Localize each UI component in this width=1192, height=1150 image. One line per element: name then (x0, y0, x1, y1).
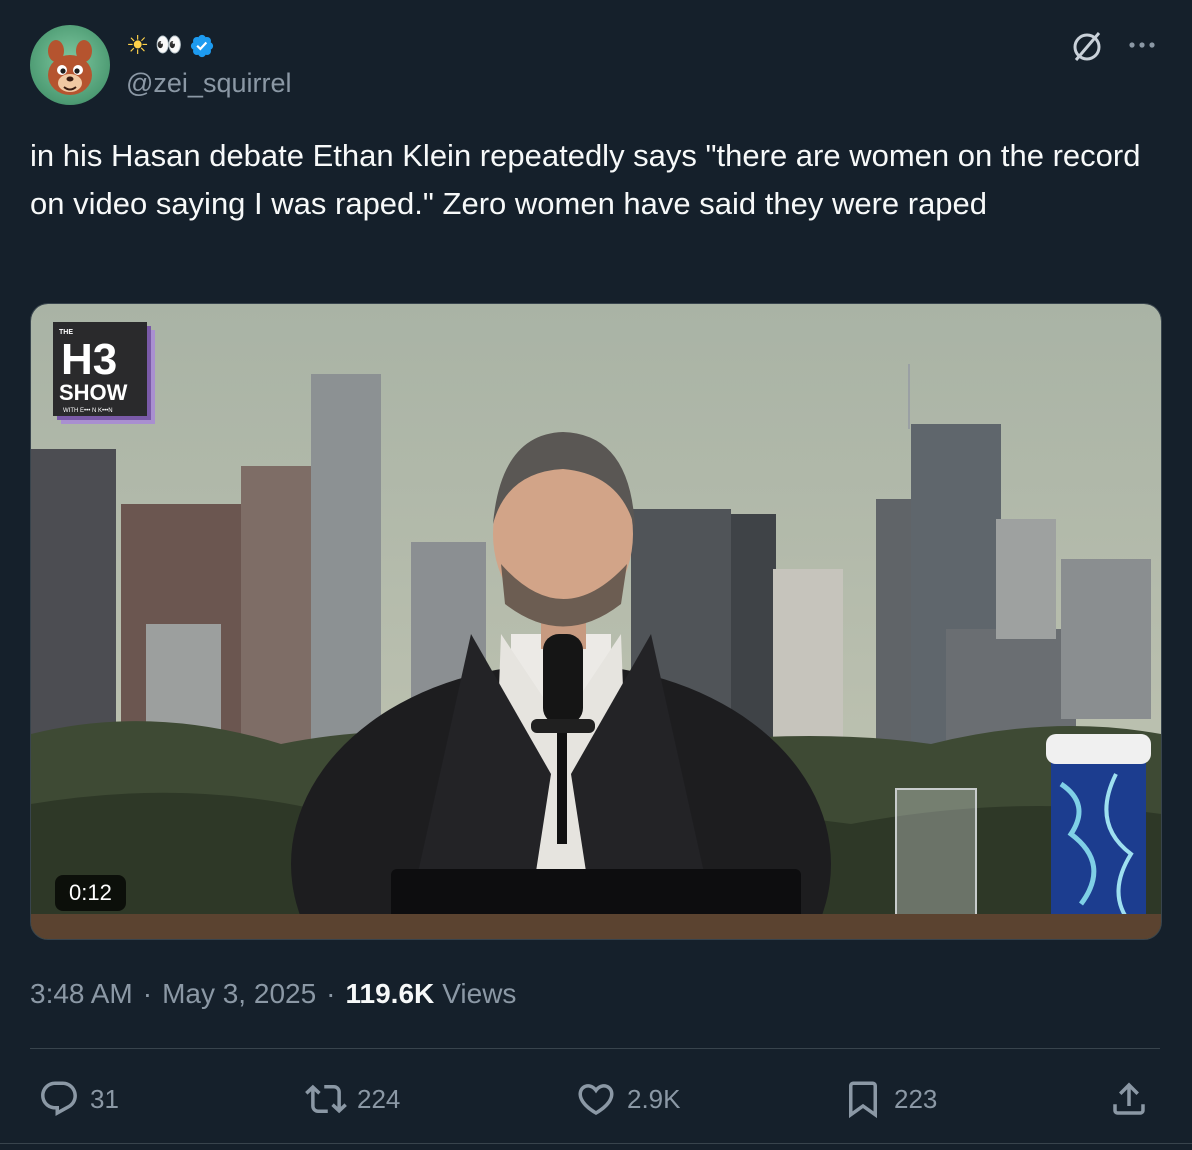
views-label: Views (442, 978, 517, 1009)
video-frame (31, 304, 1161, 939)
bookmark-icon (849, 1081, 877, 1119)
views-count: 119.6K (345, 978, 435, 1009)
repost-icon (305, 1084, 347, 1114)
like-count: 2.9K (627, 1083, 681, 1114)
divider (0, 1143, 1192, 1144)
repost-count: 224 (357, 1083, 401, 1114)
more-icon[interactable] (1124, 30, 1160, 60)
tweet-date[interactable]: May 3, 2025 (162, 978, 316, 1010)
share-icon (1113, 1082, 1145, 1115)
tweet-time[interactable]: 3:48 AM (30, 978, 133, 1010)
bookmark-button[interactable]: 223 (842, 1076, 937, 1122)
reply-button[interactable]: 31 (38, 1076, 119, 1122)
logo-h3-text: H3 (61, 335, 117, 384)
sun-emoji: ☀ (126, 31, 150, 61)
meta-separator: · (326, 978, 336, 1009)
repost-button[interactable]: 224 (305, 1076, 400, 1122)
like-button[interactable]: 2.9K (575, 1076, 681, 1122)
eyes-emoji: 👀 (155, 33, 182, 58)
reply-count: 31 (90, 1083, 119, 1114)
squirrel-avatar-icon (48, 40, 92, 95)
verified-badge-icon[interactable] (189, 33, 215, 59)
author-handle[interactable]: @zei_squirrel (126, 68, 291, 99)
meta-separator: · (142, 978, 153, 1009)
logo-show-text: SHOW (59, 380, 128, 405)
tweet-text: in his Hasan debate Ethan Klein repeated… (30, 138, 1141, 221)
heart-icon (578, 1084, 614, 1116)
divider (30, 1048, 1160, 1049)
h3-show-logo: THE H3 SHOW WITH E••• N K•••N (53, 322, 155, 424)
tweet-meta: 3:48 AM · May 3, 2025 · 119.6K Views (30, 972, 516, 1016)
avatar[interactable] (30, 25, 110, 105)
video-player[interactable]: THE H3 SHOW WITH E••• N K•••N 0:12 (30, 303, 1162, 940)
reply-icon (41, 1081, 77, 1116)
grok-icon[interactable] (1068, 28, 1106, 66)
author-name-row[interactable]: ☀ 👀 (126, 28, 215, 64)
bookmark-count: 223 (894, 1083, 938, 1114)
logo-sub-text: WITH E••• N K•••N (63, 408, 113, 414)
share-button[interactable] (1108, 1076, 1150, 1122)
video-duration: 0:12 (55, 875, 126, 911)
